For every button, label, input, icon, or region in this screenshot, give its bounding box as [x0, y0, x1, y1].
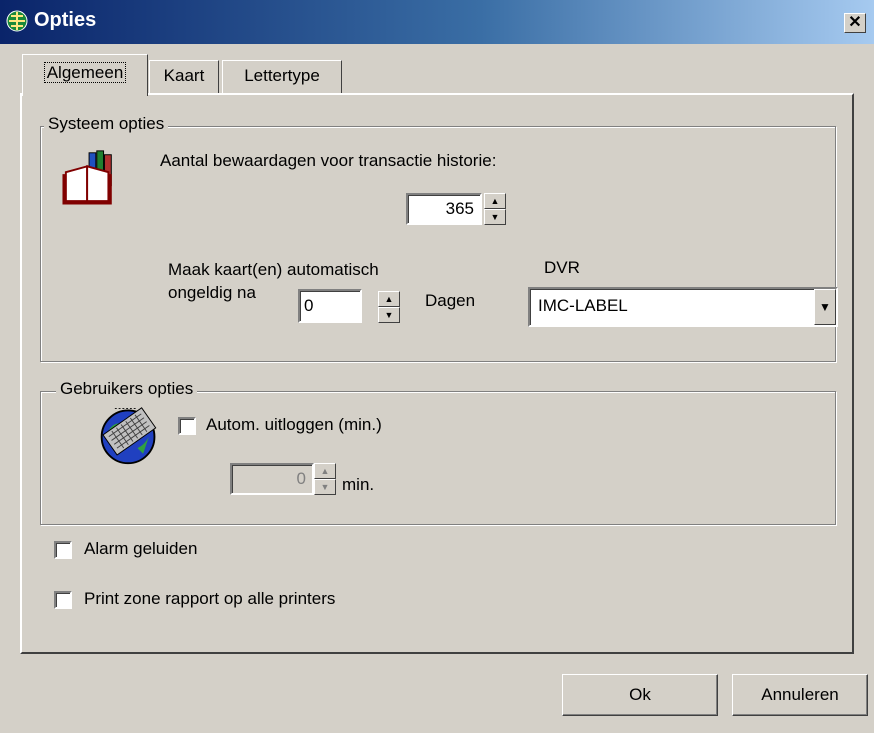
- gebruikers-opties-legend: Gebruikers opties: [56, 379, 198, 399]
- print-label[interactable]: Print zone rapport op alle printers: [84, 589, 335, 609]
- systeem-opties-legend: Systeem opties: [44, 114, 169, 134]
- ok-button[interactable]: Ok: [562, 674, 718, 716]
- alarm-label[interactable]: Alarm geluiden: [84, 539, 197, 559]
- autologout-label[interactable]: Autom. uitloggen (min.): [206, 415, 382, 435]
- tab-lettertype-label: Lettertype: [244, 66, 320, 85]
- tab-algemeen-label: Algemeen: [43, 62, 127, 83]
- minutes-unit-label: min.: [342, 475, 375, 494]
- tab-panel-algemeen: Systeem opties Aantal bewaardagen voor t…: [20, 93, 854, 654]
- minutes-input[interactable]: 0: [230, 463, 314, 495]
- dvr-dropdown-button[interactable]: ▼: [814, 289, 836, 325]
- invalid-spin-down[interactable]: ▼: [378, 307, 400, 323]
- app-globe-icon: [6, 10, 28, 32]
- tab-kaart-label: Kaart: [163, 66, 205, 85]
- alarm-checkbox[interactable]: [54, 541, 72, 559]
- ok-button-label: Ok: [629, 685, 651, 704]
- close-icon: ✕: [848, 14, 862, 31]
- autologout-checkbox[interactable]: [178, 417, 196, 435]
- title-bar[interactable]: Opties ✕: [0, 0, 874, 44]
- cancel-button[interactable]: Annuleren: [732, 674, 868, 716]
- globe-keyboard-icon: [100, 407, 157, 465]
- minutes-spin-down[interactable]: ▼: [314, 479, 336, 495]
- history-label: Aantal bewaardagen voor transactie histo…: [160, 151, 497, 170]
- history-days-value: 365: [445, 199, 474, 218]
- invalid-spin-up[interactable]: ▲: [378, 291, 400, 307]
- window-title: Opties: [34, 9, 97, 31]
- tab-algemeen[interactable]: Algemeen: [22, 54, 148, 96]
- invalid-unit-label: Dagen: [425, 291, 476, 310]
- invalid-label-line2: ongeldig na: [168, 283, 256, 302]
- history-spin-down[interactable]: ▼: [484, 209, 506, 225]
- dvr-selected-value: IMC-LABEL: [538, 296, 628, 315]
- cancel-button-label: Annuleren: [761, 685, 839, 704]
- close-button[interactable]: ✕: [844, 13, 866, 33]
- dvr-select[interactable]: IMC-LABEL: [528, 287, 838, 327]
- minutes-spin-up[interactable]: ▲: [314, 463, 336, 479]
- history-spin-up[interactable]: ▲: [484, 193, 506, 209]
- invalid-label-line1: Maak kaart(en) automatisch: [168, 260, 379, 279]
- invalid-days-value: 0: [304, 296, 314, 315]
- invalid-days-input[interactable]: 0: [298, 289, 362, 323]
- chevron-down-icon: ▼: [819, 300, 831, 314]
- minutes-value: 0: [296, 469, 306, 488]
- book-icon: [62, 150, 112, 205]
- print-checkbox[interactable]: [54, 591, 72, 609]
- history-days-input[interactable]: 365: [406, 193, 482, 225]
- dvr-label: DVR: [544, 258, 580, 277]
- tab-lettertype[interactable]: Lettertype: [222, 60, 342, 94]
- tab-kaart[interactable]: Kaart: [149, 60, 219, 94]
